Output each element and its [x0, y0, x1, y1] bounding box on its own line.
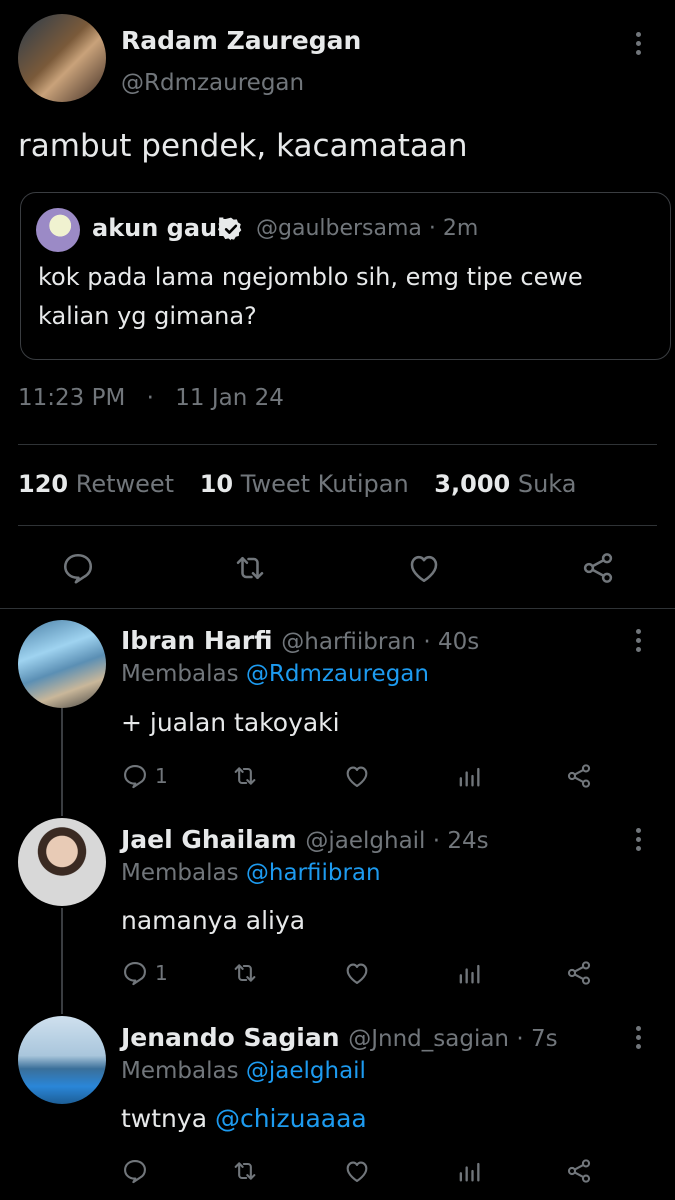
like-count: 3,000 [434, 470, 511, 498]
reply-author-name: Jael Ghailam [121, 825, 297, 854]
thread-connector [61, 908, 63, 1014]
reply-button[interactable] [121, 1157, 155, 1185]
views-icon [459, 964, 480, 984]
tweet-time: 11:23 PM [18, 385, 126, 411]
reply-text-plain: twtnya [121, 1104, 215, 1133]
quoted-text: kok pada lama ngejomblo sih, emg tipe ce… [38, 263, 583, 330]
quoted-handle-time: @gaulbersama · 2m [256, 216, 479, 241]
reply-author[interactable]: Jenando Sagian @Jnnd_sagian · 7s [121, 1023, 558, 1052]
like-icon [346, 963, 368, 984]
reply-text: + jualan takoyaki [121, 708, 340, 737]
reply-avatar[interactable] [18, 818, 106, 906]
divider [18, 444, 657, 445]
retweet-stat[interactable]: 120 Retweet [18, 470, 174, 498]
retweet-button[interactable] [231, 762, 259, 790]
retweet-icon [234, 1162, 256, 1180]
reply-action-bar: 1 [121, 959, 621, 989]
retweet-label: Retweet [75, 470, 175, 498]
tweet-text: rambut pendek, kacamataan [18, 128, 468, 164]
share-icon [567, 764, 591, 788]
views-button[interactable] [455, 762, 483, 790]
reply-handle-time: @harfiibran · 40s [281, 629, 480, 655]
like-button[interactable] [343, 959, 371, 987]
reply-icon[interactable] [60, 550, 96, 586]
quote-count: 10 [199, 470, 234, 498]
mention-link[interactable]: @chizuaaaa [215, 1104, 367, 1133]
more-options-icon[interactable] [634, 32, 642, 55]
quoted-author-name: akun gaul [92, 214, 226, 242]
quote-stat[interactable]: 10 Tweet Kutipan [200, 470, 409, 498]
reply-icon [124, 1160, 146, 1184]
reply-text: twtnya @chizuaaaa [121, 1104, 367, 1133]
replying-prefix: Membalas [121, 860, 239, 886]
reply-count: 1 [155, 961, 168, 985]
more-options-icon[interactable] [634, 828, 642, 851]
reply-action-bar: 1 [121, 762, 621, 792]
reply-author-name: Jenando Sagian [121, 1023, 340, 1052]
author-handle[interactable]: @Rdmzauregan [121, 70, 304, 96]
reply-avatar[interactable] [18, 620, 106, 708]
reply-avatar[interactable] [18, 1016, 106, 1104]
reply-author[interactable]: Jael Ghailam @jaelghail · 24s [121, 825, 489, 854]
verified-badge-icon [218, 216, 244, 242]
reply-icon [124, 962, 146, 986]
reply-count: 1 [155, 764, 168, 788]
reply-icon [124, 765, 146, 789]
share-icon [567, 961, 591, 985]
retweet-button[interactable] [231, 1157, 259, 1185]
retweet-count: 120 [18, 470, 69, 498]
thread-connector [61, 708, 63, 816]
reply-handle-time: @Jnnd_sagian · 7s [348, 1026, 558, 1052]
reply-author-name: Ibran Harfi [121, 626, 273, 655]
replying-to-mention[interactable]: @Rdmzauregan [246, 661, 429, 687]
replying-prefix: Membalas [121, 1058, 239, 1084]
reply-handle-time: @jaelghail · 24s [305, 828, 489, 854]
retweet-icon[interactable] [232, 550, 268, 586]
like-icon[interactable] [406, 550, 442, 586]
tweet-date: 11 Jan 24 [175, 385, 284, 411]
like-label: Suka [517, 470, 577, 498]
share-button[interactable] [565, 959, 593, 987]
share-button[interactable] [565, 762, 593, 790]
views-button[interactable] [455, 1157, 483, 1185]
quote-label: Tweet Kutipan [240, 470, 409, 498]
replying-to: Membalas @jaelghail [121, 1058, 366, 1084]
more-options-icon[interactable] [634, 629, 642, 652]
replying-to: Membalas @Rdmzauregan [121, 661, 429, 687]
like-icon [346, 766, 368, 787]
retweet-icon [234, 964, 256, 982]
retweet-button[interactable] [231, 959, 259, 987]
views-icon [459, 767, 480, 787]
author-name[interactable]: Radam Zauregan [121, 26, 361, 55]
share-icon [567, 1159, 591, 1183]
reply-button[interactable]: 1 [121, 762, 168, 790]
divider [18, 525, 657, 526]
like-icon [346, 1161, 368, 1182]
reply-author[interactable]: Ibran Harfi @harfiibran · 40s [121, 626, 479, 655]
tweet-stats: 120 Retweet 10 Tweet Kutipan 3,000 Suka [18, 470, 577, 498]
reply-text: namanya aliya [121, 906, 306, 935]
quoted-author-avatar [36, 208, 80, 252]
replying-to-mention[interactable]: @harfiibran [246, 860, 381, 886]
more-options-icon[interactable] [634, 1026, 642, 1049]
meta-separator: · [146, 385, 154, 411]
share-button[interactable] [565, 1157, 593, 1185]
like-button[interactable] [343, 1157, 371, 1185]
divider [0, 608, 675, 609]
author-avatar[interactable] [18, 14, 106, 102]
share-icon[interactable] [580, 550, 616, 586]
retweet-icon [234, 767, 256, 785]
reply-button[interactable]: 1 [121, 959, 168, 987]
like-button[interactable] [343, 762, 371, 790]
views-icon [459, 1162, 480, 1182]
like-stat[interactable]: 3,000 Suka [434, 470, 576, 498]
views-button[interactable] [455, 959, 483, 987]
replying-to-mention[interactable]: @jaelghail [246, 1058, 366, 1084]
replying-prefix: Membalas [121, 661, 239, 687]
tweet-timestamp: 11:23 PM · 11 Jan 24 [18, 385, 284, 411]
replying-to: Membalas @harfiibran [121, 860, 381, 886]
reply-action-bar [121, 1157, 621, 1187]
